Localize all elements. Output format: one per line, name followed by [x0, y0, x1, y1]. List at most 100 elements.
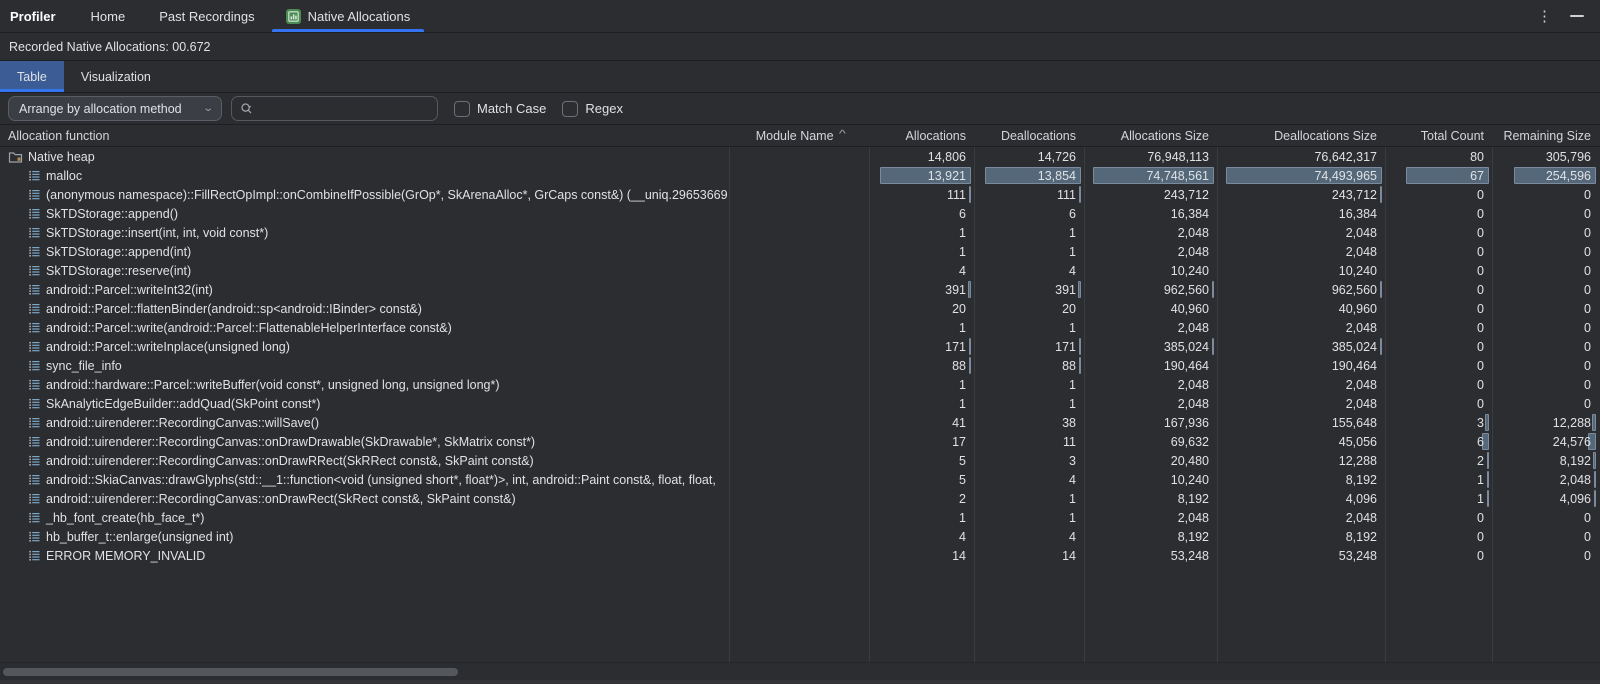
table-row[interactable]: android::hardware::Parcel::writeBuffer(v… [0, 375, 1600, 394]
cell-value: 1 [1069, 492, 1076, 506]
table-row[interactable]: Native heap14,80614,72676,948,11376,642,… [0, 147, 1600, 166]
cell-allocations-size: 2,048 [1085, 375, 1218, 394]
module-name-cell [730, 204, 870, 223]
cell-remaining-size: 0 [1493, 337, 1600, 356]
cell-value: 2,048 [1346, 321, 1377, 335]
column-header-deallocations-size[interactable]: Deallocations Size [1218, 125, 1386, 146]
tab-native-allocations[interactable]: Native Allocations [272, 0, 425, 32]
table-row[interactable]: _hb_font_create(hb_face_t*)112,0482,0480… [0, 508, 1600, 527]
percentage-bar [1079, 186, 1081, 203]
table-row[interactable]: SkTDStorage::reserve(int)4410,24010,2400… [0, 261, 1600, 280]
table-row[interactable]: android::uirenderer::RecordingCanvas::on… [0, 489, 1600, 508]
module-name-cell [730, 546, 870, 565]
horizontal-scrollbar[interactable] [0, 662, 1600, 680]
view-tab-strip: Table Visualization [0, 61, 1600, 93]
cell-allocations: 13,921 [870, 166, 975, 185]
more-options-icon[interactable]: ⋮ [1537, 9, 1552, 24]
cell-deallocations: 14 [975, 546, 1085, 565]
table-row[interactable]: hb_buffer_t::enlarge(unsigned int)448,19… [0, 527, 1600, 546]
table-row[interactable]: android::Parcel::writeInt32(int)39139196… [0, 280, 1600, 299]
cell-deallocations: 88 [975, 356, 1085, 375]
cell-allocations: 41 [870, 413, 975, 432]
module-name-cell [730, 280, 870, 299]
column-header-allocations-size[interactable]: Allocations Size [1085, 125, 1218, 146]
table-row[interactable]: android::Parcel::flattenBinder(android::… [0, 299, 1600, 318]
allocation-method-icon [28, 359, 41, 372]
allocation-method-icon [28, 492, 41, 505]
module-name-cell [730, 147, 870, 166]
match-case-checkbox[interactable] [454, 101, 470, 117]
column-header-function[interactable]: Allocation function [0, 125, 730, 146]
column-header-allocations[interactable]: Allocations [870, 125, 975, 146]
table-row[interactable]: android::Parcel::write(android::Parcel::… [0, 318, 1600, 337]
cell-value: 0 [1477, 321, 1484, 335]
cell-value: 171 [1055, 340, 1076, 354]
regex-checkbox[interactable] [562, 101, 578, 117]
allocation-method-icon [28, 226, 41, 239]
cell-total-count: 0 [1386, 508, 1493, 527]
table-row[interactable]: ERROR MEMORY_INVALID141453,24853,24800 [0, 546, 1600, 565]
tab-visualization[interactable]: Visualization [64, 61, 168, 92]
cell-allocations-size: 2,048 [1085, 508, 1218, 527]
cell-allocations-size: 69,632 [1085, 432, 1218, 451]
arrange-by-dropdown[interactable]: Arrange by allocation method ⌄ [8, 96, 222, 121]
cell-allocations-size: 962,560 [1085, 280, 1218, 299]
table-row[interactable]: SkAnalyticEdgeBuilder::addQuad(SkPoint c… [0, 394, 1600, 413]
allocation-method-icon [28, 473, 41, 486]
cell-deallocations-size: 962,560 [1218, 280, 1386, 299]
cell-value: 0 [1584, 549, 1591, 563]
horizontal-scrollbar-thumb[interactable] [3, 668, 458, 676]
allocation-function-name: SkAnalyticEdgeBuilder::addQuad(SkPoint c… [46, 397, 320, 411]
table-row[interactable]: sync_file_info8888190,464190,46400 [0, 356, 1600, 375]
table-row[interactable]: android::Parcel::writeInplace(unsigned l… [0, 337, 1600, 356]
cell-deallocations: 1 [975, 375, 1085, 394]
search-field[interactable] [231, 96, 438, 121]
cell-value: 0 [1477, 340, 1484, 354]
table-row[interactable]: android::uirenderer::RecordingCanvas::on… [0, 432, 1600, 451]
allocation-method-icon [28, 454, 41, 467]
table-row[interactable]: SkTDStorage::append(int)112,0482,04800 [0, 242, 1600, 261]
cell-value: 20 [1062, 302, 1076, 316]
minimize-icon[interactable] [1570, 15, 1584, 17]
allocation-function-name: android::Parcel::write(android::Parcel::… [46, 321, 452, 335]
table-row[interactable]: malloc13,92113,85474,748,56174,493,96567… [0, 166, 1600, 185]
cell-value: 0 [1584, 530, 1591, 544]
allocation-function-name: SkTDStorage::reserve(int) [46, 264, 191, 278]
cell-value: 14 [1062, 549, 1076, 563]
table-row[interactable]: SkTDStorage::insert(int, int, void const… [0, 223, 1600, 242]
cell-deallocations-size: 76,642,317 [1218, 147, 1386, 166]
cell-value: 0 [1584, 207, 1591, 221]
cell-value: 10,240 [1339, 264, 1377, 278]
allocation-function-name: android::hardware::Parcel::writeBuffer(v… [46, 378, 500, 392]
table-row[interactable]: android::SkiaCanvas::drawGlyphs(std::__1… [0, 470, 1600, 489]
column-header-label: Deallocations Size [1274, 129, 1377, 143]
search-icon [240, 102, 254, 116]
cell-allocations: 391 [870, 280, 975, 299]
tab-table[interactable]: Table [0, 61, 64, 92]
cell-allocations: 1 [870, 318, 975, 337]
cell-value: 0 [1477, 188, 1484, 202]
table-row[interactable]: (anonymous namespace)::FillRectOpImpl::o… [0, 185, 1600, 204]
cell-remaining-size: 0 [1493, 261, 1600, 280]
cell-total-count: 0 [1386, 318, 1493, 337]
cell-remaining-size: 0 [1493, 527, 1600, 546]
nav-home[interactable]: Home [74, 0, 143, 32]
cell-value: 0 [1584, 321, 1591, 335]
percentage-bar [1594, 471, 1596, 488]
nav-past-recordings[interactable]: Past Recordings [142, 0, 271, 32]
cell-value: 88 [952, 359, 966, 373]
table-row[interactable]: SkTDStorage::append()6616,38416,38400 [0, 204, 1600, 223]
column-header-module-name[interactable]: Module Name^ [730, 125, 870, 146]
cell-value: 3 [1069, 454, 1076, 468]
column-header-label: Deallocations [1001, 129, 1076, 143]
bottom-edge-strip [0, 680, 1600, 684]
search-input[interactable] [254, 102, 394, 116]
table-row[interactable]: android::uirenderer::RecordingCanvas::on… [0, 451, 1600, 470]
allocation-method-icon [28, 511, 41, 524]
column-header-total-count[interactable]: Total Count [1386, 125, 1493, 146]
cell-value: 76,948,113 [1147, 150, 1209, 164]
allocation-function-name: android::uirenderer::RecordingCanvas::on… [46, 492, 516, 506]
column-header-deallocations[interactable]: Deallocations [975, 125, 1085, 146]
table-row[interactable]: android::uirenderer::RecordingCanvas::wi… [0, 413, 1600, 432]
column-header-remaining-size[interactable]: Remaining Size [1493, 125, 1600, 146]
